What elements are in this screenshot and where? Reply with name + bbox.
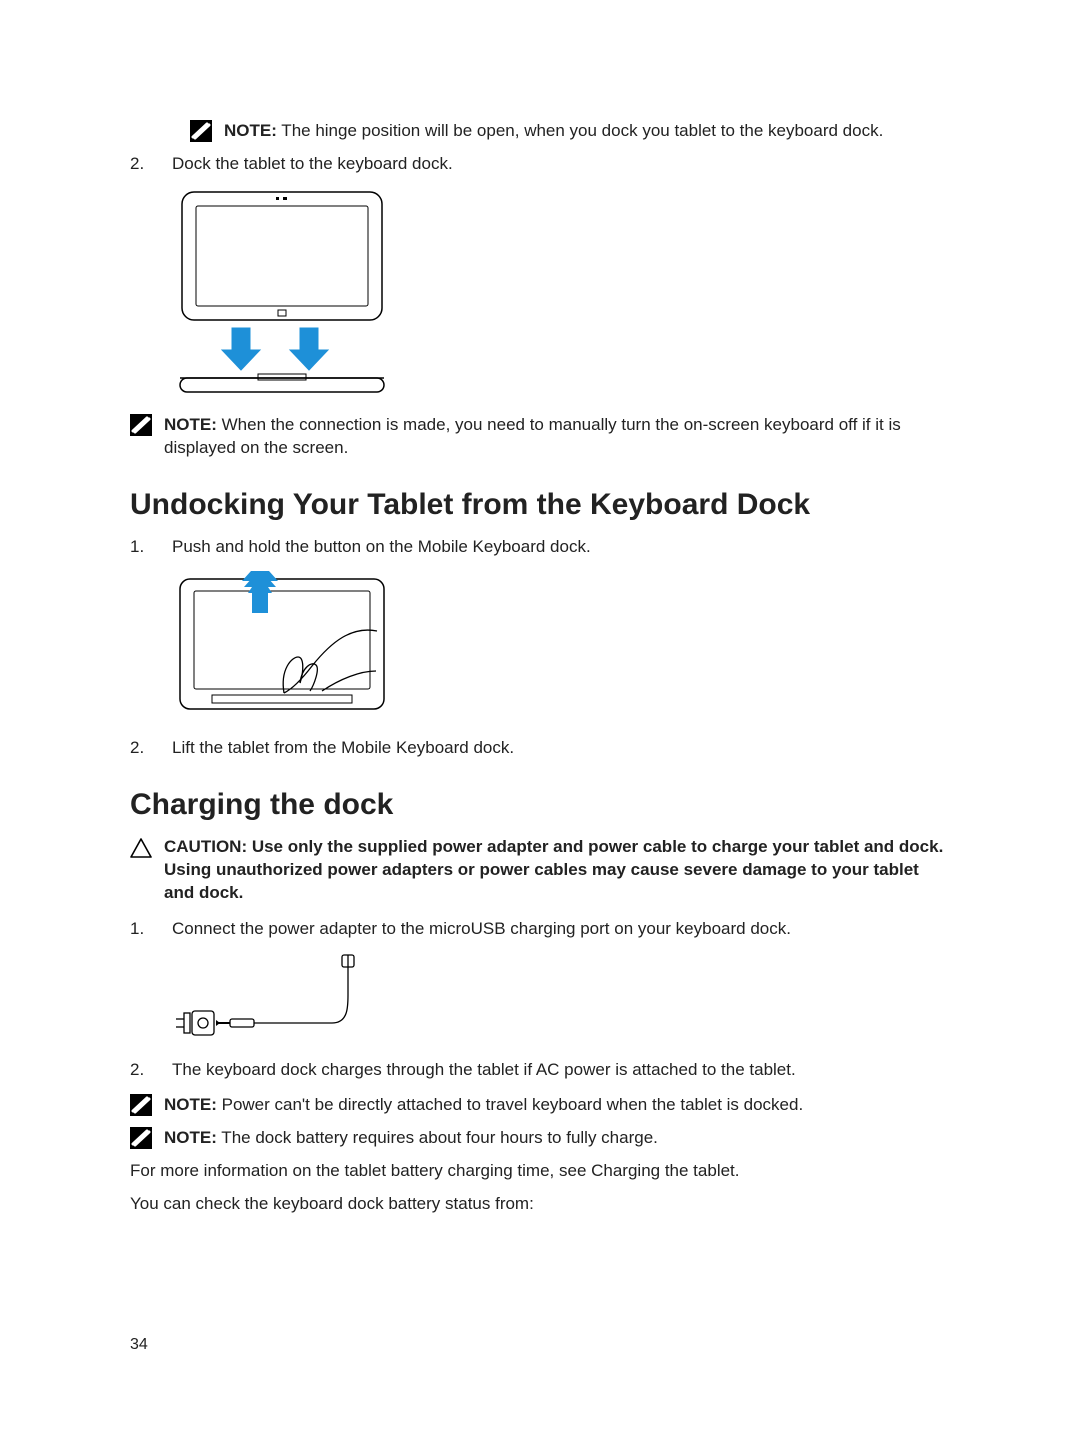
para-more-info: For more information on the tablet batte… [130, 1160, 950, 1183]
note-icon [130, 1094, 156, 1116]
heading-undocking: Undocking Your Tablet from the Keyboard … [130, 488, 950, 522]
dock-step-2: 2. Dock the tablet to the keyboard dock. [130, 153, 950, 176]
note-text: NOTE: The hinge position will be open, w… [224, 120, 883, 143]
step-number: 1. [130, 536, 172, 559]
page-number: 34 [130, 1336, 148, 1354]
step-text: Push and hold the button on the Mobile K… [172, 536, 950, 559]
step-number: 1. [130, 918, 172, 941]
note-text: NOTE: When the connection is made, you n… [164, 414, 950, 460]
undock-step-2: 2. Lift the tablet from the Mobile Keybo… [130, 737, 950, 760]
caution-power: CAUTION: Use only the supplied power ada… [130, 836, 950, 905]
step-text: The keyboard dock charges through the ta… [172, 1059, 950, 1082]
charge-step-1: 1. Connect the power adapter to the micr… [130, 918, 950, 941]
figure-charger [172, 953, 950, 1043]
note-icon [190, 120, 216, 142]
step-text: Lift the tablet from the Mobile Keyboard… [172, 737, 950, 760]
document-page: NOTE: The hinge position will be open, w… [0, 0, 1080, 1434]
figure-dock-tablet [172, 188, 950, 398]
step-text: Connect the power adapter to the microUS… [172, 918, 950, 941]
note-charge-time: NOTE: The dock battery requires about fo… [130, 1127, 950, 1150]
step-number: 2. [130, 1059, 172, 1082]
para-check-status: You can check the keyboard dock battery … [130, 1193, 950, 1216]
undock-step-1: 1. Push and hold the button on the Mobil… [130, 536, 950, 559]
figure-undock [172, 571, 950, 721]
heading-charging: Charging the dock [130, 788, 950, 822]
note-text: NOTE: Power can't be directly attached t… [164, 1094, 803, 1117]
note-hinge: NOTE: The hinge position will be open, w… [190, 120, 950, 143]
note-icon [130, 1127, 156, 1149]
caution-text: CAUTION: Use only the supplied power ada… [164, 836, 950, 905]
caution-icon [130, 836, 156, 865]
note-connection: NOTE: When the connection is made, you n… [130, 414, 950, 460]
step-number: 2. [130, 737, 172, 760]
note-power-travel: NOTE: Power can't be directly attached t… [130, 1094, 950, 1117]
step-text: Dock the tablet to the keyboard dock. [172, 153, 950, 176]
charge-step-2: 2. The keyboard dock charges through the… [130, 1059, 950, 1082]
note-text: NOTE: The dock battery requires about fo… [164, 1127, 658, 1150]
note-icon [130, 414, 156, 436]
step-number: 2. [130, 153, 172, 176]
